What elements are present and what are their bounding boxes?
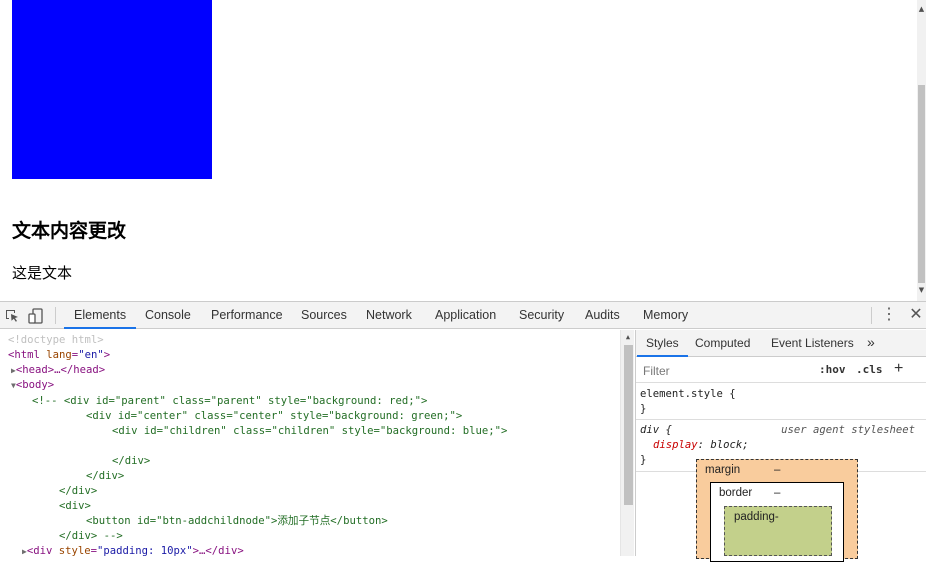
tab-network[interactable]: Network: [356, 302, 422, 329]
cls-toggle-button[interactable]: .cls: [856, 363, 883, 376]
elements-scrollbar[interactable]: ▲: [620, 330, 634, 556]
box-model-border-label: border: [719, 487, 753, 499]
add-rule-button[interactable]: +: [894, 360, 903, 378]
box-model-padding-label: padding-: [734, 511, 779, 523]
elements-scroll-thumb[interactable]: [624, 345, 633, 505]
dom-comment-line[interactable]: </div> -->: [59, 529, 123, 544]
tab-security[interactable]: Security: [509, 302, 574, 329]
html-attr-name: lang: [46, 349, 72, 361]
tab-styles[interactable]: Styles: [637, 330, 688, 357]
css-declaration[interactable]: display: block;: [640, 438, 926, 453]
div-attr-name: style: [58, 545, 91, 556]
scroll-up-arrow-icon[interactable]: ▲: [917, 4, 926, 14]
html-open-tag: <html: [8, 349, 47, 361]
html-close-tag: >: [103, 349, 111, 361]
page-text: 这是文本: [12, 264, 73, 282]
body-tag: <body>: [15, 379, 55, 391]
tab-event-listeners[interactable]: Event Listeners: [762, 330, 863, 357]
more-tabs-chevron-icon[interactable]: »: [867, 330, 875, 357]
dom-line-body[interactable]: ▼<body>: [11, 378, 54, 393]
box-model-margin-label: margin: [705, 464, 741, 476]
filter-input[interactable]: [643, 362, 803, 379]
inspect-element-icon[interactable]: [4, 308, 20, 324]
dom-line-html[interactable]: <html lang="en">: [8, 348, 110, 363]
scroll-up-arrow-icon[interactable]: ▲: [621, 332, 634, 342]
box-model-border: border – padding-: [710, 482, 844, 562]
page-heading: 文本内容更改: [12, 220, 127, 242]
dom-comment-line[interactable]: <!-- <div id="parent" class="parent" sty…: [32, 394, 427, 409]
box-model-diagram: margin – border – padding-: [696, 459, 858, 562]
box-model-border-value[interactable]: –: [774, 487, 780, 499]
page-scrollbar[interactable]: ▲ ▼: [917, 0, 926, 301]
div-rule-selector: div {: [640, 424, 672, 436]
head-collapsed-tag: <head>…</head>: [15, 364, 106, 376]
tab-memory[interactable]: Memory: [633, 302, 698, 329]
devtools-panel: Elements Console Performance Sources Net…: [0, 301, 926, 562]
css-property-value: block;: [710, 439, 749, 451]
close-icon[interactable]: ✕: [908, 306, 924, 324]
page-scroll-thumb[interactable]: [918, 85, 925, 283]
css-colon: :: [697, 439, 711, 451]
styles-filter-bar: :hov .cls +: [636, 358, 926, 383]
toolbar-separator: [55, 307, 56, 324]
dom-comment-line[interactable]: <div id="children" class="children" styl…: [112, 424, 507, 439]
dom-comment-line[interactable]: <button id="btn-addchildnode">添加子节点</but…: [86, 514, 388, 529]
user-agent-origin: user agent stylesheet: [781, 424, 915, 436]
css-property-name: display: [653, 439, 698, 451]
toolbar-separator: [871, 307, 872, 324]
html-attr-value: "en": [78, 349, 104, 361]
element-style-selector: element.style {: [640, 388, 736, 400]
tab-audits[interactable]: Audits: [575, 302, 630, 329]
element-style-rule[interactable]: element.style { }: [636, 385, 926, 420]
tab-sources[interactable]: Sources: [291, 302, 357, 329]
dom-line-head[interactable]: ▶<head>…</head>: [11, 363, 105, 378]
dom-comment-line[interactable]: </div>: [112, 454, 150, 469]
devtools-toolbar: Elements Console Performance Sources Net…: [0, 302, 926, 329]
box-model-margin-value[interactable]: –: [774, 464, 780, 476]
dom-comment-line[interactable]: <div>: [59, 499, 91, 514]
tab-console[interactable]: Console: [135, 302, 201, 329]
blue-box: [12, 0, 212, 179]
page-viewport: 文本内容更改 这是文本 ▲ ▼: [0, 0, 926, 301]
styles-sidebar: Styles Computed Event Listeners » :hov .…: [635, 330, 926, 562]
doctype-text: <!doctype html>: [8, 334, 104, 346]
scroll-down-arrow-icon[interactable]: ▼: [917, 285, 926, 295]
tab-computed[interactable]: Computed: [686, 330, 759, 357]
dom-line-doctype[interactable]: <!doctype html>: [8, 333, 104, 348]
dom-comment-line[interactable]: </div>: [59, 484, 97, 499]
div-close-tag: >…</div>: [192, 545, 244, 556]
dom-line-div-padding[interactable]: ▶<div style="padding: 10px">…</div>: [22, 544, 244, 556]
div-attr-value: "padding: 10px": [97, 545, 193, 556]
tab-performance[interactable]: Performance: [201, 302, 293, 329]
hov-toggle-button[interactable]: :hov: [819, 363, 846, 376]
elements-tree[interactable]: <!doctype html> <html lang="en"> ▶<head>…: [0, 330, 634, 556]
styles-tabbar: Styles Computed Event Listeners »: [636, 330, 926, 357]
element-style-close: }: [640, 403, 647, 415]
div-rule-header: div { user agent stylesheet: [640, 423, 926, 438]
div-open-tag: <div: [26, 545, 59, 556]
box-model-padding: padding-: [724, 506, 832, 556]
device-toolbar-icon[interactable]: [28, 308, 44, 324]
dom-comment-line[interactable]: <div id="center" class="center" style="b…: [86, 409, 462, 424]
more-options-icon[interactable]: ⋮: [881, 306, 897, 324]
dom-comment-line[interactable]: </div>: [86, 469, 124, 484]
tab-application[interactable]: Application: [425, 302, 506, 329]
tab-elements[interactable]: Elements: [64, 302, 137, 329]
